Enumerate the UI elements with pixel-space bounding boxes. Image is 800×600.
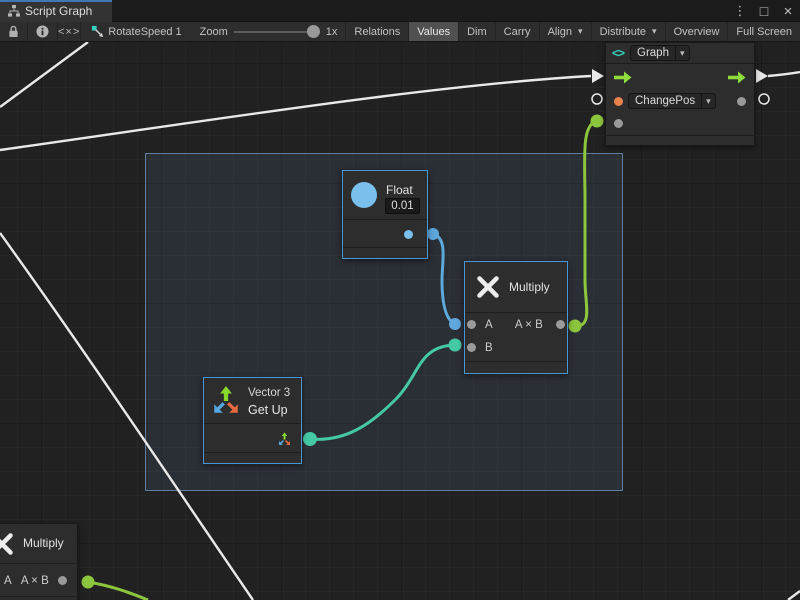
info-button[interactable] bbox=[28, 22, 57, 41]
script-graph-asset-icon bbox=[91, 25, 104, 38]
wire-white-corner[interactable] bbox=[788, 591, 800, 600]
vector3-node-header[interactable]: Vector 3 Get Up bbox=[204, 378, 301, 424]
multiply2-node-title: Multiply bbox=[23, 536, 64, 550]
port-a-label: A bbox=[485, 319, 493, 331]
graph-canvas[interactable]: <> Graph ChangePos bbox=[0, 42, 800, 600]
fullscreen-button[interactable]: Full Screen bbox=[728, 22, 800, 41]
hierarchy-icon bbox=[8, 5, 20, 17]
node-footer bbox=[606, 135, 754, 145]
dim-button[interactable]: Dim bbox=[459, 22, 495, 41]
vector3-output-row bbox=[204, 424, 301, 454]
window-menu-icon[interactable] bbox=[732, 3, 748, 19]
port-out-label: A × B bbox=[12, 575, 58, 587]
zoom-slider[interactable] bbox=[234, 25, 320, 38]
relations-button[interactable]: Relations bbox=[346, 22, 408, 41]
vector3-output-port-icon[interactable] bbox=[277, 432, 292, 447]
graph-extra-row bbox=[606, 112, 754, 134]
flow-arrowhead-left bbox=[592, 69, 604, 83]
maximize-icon[interactable] bbox=[756, 3, 772, 19]
port-out-label: A × B bbox=[502, 319, 556, 331]
wire-endpoint-dot bbox=[82, 576, 95, 589]
float-type-icon bbox=[351, 182, 377, 208]
multiply-node-title: Multiply bbox=[509, 280, 550, 294]
breadcrumb-label: RotateSpeed 1 bbox=[108, 26, 181, 38]
zoom-label: Zoom bbox=[200, 26, 228, 38]
flow-arrowhead-right bbox=[756, 69, 768, 83]
overview-button[interactable]: Overview bbox=[666, 22, 728, 41]
float-node-title: Float bbox=[386, 183, 413, 197]
values-button[interactable]: Values bbox=[409, 22, 458, 41]
changepos-dropdown[interactable]: ChangePos bbox=[628, 93, 716, 109]
zoom-value: 1x bbox=[326, 26, 338, 38]
graph-dropdown[interactable]: Graph bbox=[630, 45, 690, 61]
multiply-row-a: A A × B bbox=[465, 313, 567, 336]
graph-value-row: ChangePos bbox=[606, 90, 754, 112]
tab-bar: Script Graph bbox=[0, 0, 800, 22]
value-socket-right bbox=[759, 94, 769, 104]
float-node-header[interactable]: Float bbox=[343, 171, 427, 220]
graph-toolbar: <×> RotateSpeed 1 Zoom 1x Relations Valu… bbox=[0, 22, 800, 42]
code-icon: <×> bbox=[58, 26, 80, 38]
port-gray[interactable] bbox=[614, 119, 623, 128]
vector3-type-label: Vector 3 bbox=[248, 387, 290, 399]
tab-accent-line bbox=[0, 0, 112, 2]
node-footer bbox=[0, 596, 77, 600]
script-graph-window: Script Graph <×> bbox=[0, 0, 800, 600]
value-socket-left bbox=[592, 94, 602, 104]
zoom-control: Zoom 1x bbox=[192, 25, 346, 38]
dropdown-caret-icon bbox=[701, 94, 715, 108]
window-controls bbox=[732, 0, 796, 22]
multiply2-row: A A × B bbox=[0, 564, 77, 597]
info-icon bbox=[36, 25, 49, 38]
multiply-node[interactable]: Multiply A A × B B bbox=[464, 261, 568, 374]
distribute-dropdown[interactable]: Distribute bbox=[592, 22, 665, 41]
lock-button[interactable] bbox=[0, 22, 27, 41]
multiply-node-2[interactable]: Multiply A A × B bbox=[0, 523, 78, 600]
flow-out-arrow-icon[interactable] bbox=[728, 71, 746, 84]
wire-green-bottom-multiply[interactable] bbox=[88, 582, 148, 600]
carry-button[interactable]: Carry bbox=[496, 22, 539, 41]
lock-icon bbox=[8, 25, 19, 38]
graph-node-header[interactable]: <> Graph bbox=[606, 43, 754, 64]
port-out[interactable] bbox=[556, 320, 565, 329]
port-a[interactable] bbox=[467, 320, 476, 329]
tab-script-graph[interactable]: Script Graph bbox=[0, 0, 112, 22]
dropdown-caret-icon bbox=[675, 46, 689, 60]
graph-unit-node[interactable]: <> Graph ChangePos bbox=[605, 42, 755, 146]
multiply-row-b: B bbox=[465, 336, 567, 359]
port-a-label: A bbox=[4, 575, 12, 587]
zoom-slider-handle[interactable] bbox=[307, 25, 320, 38]
float-value-input[interactable] bbox=[385, 198, 420, 214]
multiply-x-icon bbox=[475, 274, 501, 300]
multiply-node-header[interactable]: Multiply bbox=[465, 262, 567, 313]
node-footer bbox=[204, 452, 301, 463]
graph-flow-row bbox=[606, 64, 754, 90]
tab-title: Script Graph bbox=[25, 4, 92, 18]
vector3-getup-node[interactable]: Vector 3 Get Up bbox=[203, 377, 302, 464]
wire-white-from-graph-output[interactable] bbox=[768, 72, 800, 76]
node-footer bbox=[465, 361, 567, 373]
float-output-row bbox=[343, 220, 427, 249]
float-output-port[interactable] bbox=[404, 230, 413, 239]
vector3-node-title: Get Up bbox=[248, 403, 288, 417]
wire-white-topleft[interactable] bbox=[0, 42, 88, 107]
multiply-x-icon bbox=[0, 531, 15, 557]
port-out[interactable] bbox=[58, 576, 67, 585]
close-icon[interactable] bbox=[780, 3, 796, 20]
port-orange[interactable] bbox=[614, 97, 623, 106]
port-b[interactable] bbox=[467, 343, 476, 352]
align-dropdown[interactable]: Align bbox=[540, 22, 591, 41]
float-node[interactable]: Float bbox=[342, 170, 428, 259]
wire-white-to-graph-input[interactable] bbox=[0, 76, 591, 150]
vector3-axes-icon bbox=[210, 385, 242, 417]
port-b-label: B bbox=[485, 342, 493, 354]
breadcrumb[interactable]: RotateSpeed 1 bbox=[81, 22, 191, 41]
multiply2-node-header[interactable]: Multiply bbox=[0, 524, 77, 564]
port-gray[interactable] bbox=[737, 97, 746, 106]
code-angle-icon: <> bbox=[612, 46, 624, 60]
code-view-button[interactable]: <×> bbox=[58, 22, 80, 41]
wire-endpoint-dot bbox=[591, 115, 604, 128]
flow-in-arrow-icon[interactable] bbox=[614, 71, 632, 84]
node-footer bbox=[343, 247, 427, 258]
